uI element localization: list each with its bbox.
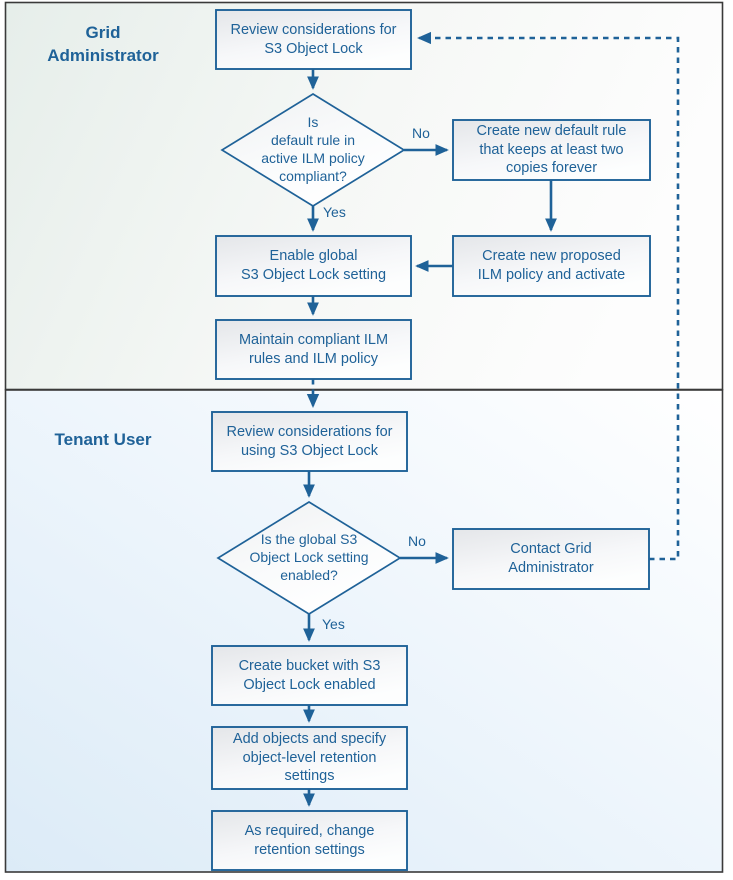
node-as-required-change-retention [211, 810, 408, 871]
node-contact-grid-administrator [452, 528, 650, 590]
flowchart-canvas: Grid Administrator Tenant User Review co… [0, 0, 733, 880]
swimlane-label-tenant-user: Tenant User [54, 430, 152, 449]
edge-label-no-default-rule: No [412, 125, 430, 141]
node-create-new-default-rule [452, 119, 651, 181]
node-review-considerations-using-s3-object-lock [211, 411, 408, 472]
swimlane-label-grid-administrator: Grid Administrator [47, 23, 159, 65]
edge-label-no-global-setting: No [408, 533, 426, 549]
node-review-considerations-s3-object-lock [215, 9, 412, 70]
edge-label-yes-global-setting: Yes [322, 616, 345, 632]
node-create-bucket-with-s3-object-lock [211, 645, 408, 706]
edge-label-yes-default-rule: Yes [323, 204, 346, 220]
node-enable-global-s3-object-lock-setting [215, 235, 412, 297]
node-maintain-compliant-ilm [215, 319, 412, 380]
node-add-objects-specify-retention [211, 726, 408, 790]
node-create-new-proposed-ilm-policy [452, 235, 651, 297]
